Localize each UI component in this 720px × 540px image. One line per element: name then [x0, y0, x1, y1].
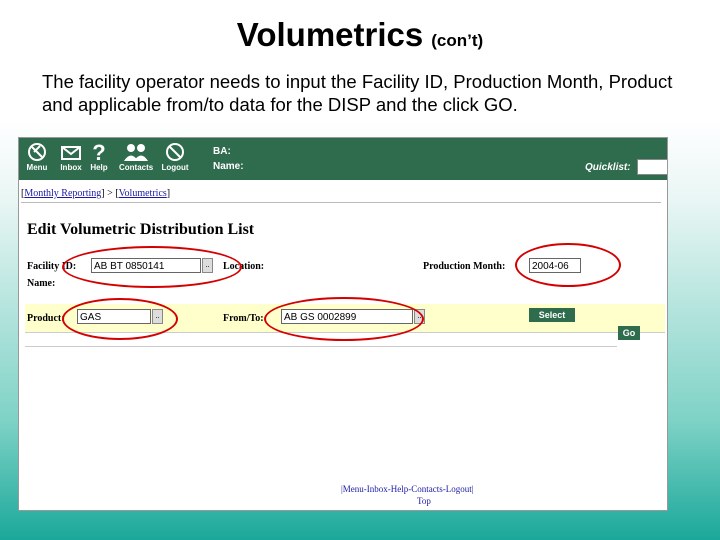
product-label: Product: — [27, 313, 65, 324]
nav-contacts-label: Contacts — [119, 163, 154, 172]
from-to-lookup-button[interactable]: .. — [414, 309, 425, 324]
form-bottom-divider — [25, 346, 617, 347]
svg-text:?: ? — [92, 142, 105, 162]
facility-name-label: Name: — [27, 278, 56, 289]
ba-name-label: Name: — [213, 161, 244, 172]
nav-inbox-button[interactable]: Inbox — [57, 142, 85, 172]
slide-title-main: Volumetrics — [236, 16, 424, 53]
production-month-label: Production Month: — [423, 261, 506, 272]
from-to-input[interactable]: AB GS 0002899 — [281, 309, 413, 324]
slide-body-text: The facility operator needs to input the… — [42, 71, 673, 115]
facility-id-input[interactable]: AB BT 0850141 — [91, 258, 201, 273]
nav-contacts-button[interactable]: Contacts — [119, 142, 153, 172]
product-select[interactable]: GAS — [77, 309, 151, 324]
location-label: Location: — [223, 261, 265, 272]
nav-logout-button[interactable]: Logout — [159, 142, 191, 172]
breadcrumb: [Monthly Reporting] > [Volumetrics] — [21, 188, 171, 199]
product-lookup-button[interactable]: .. — [152, 309, 163, 324]
slide-title-suffix: (con’t) — [431, 31, 484, 50]
footer-top-link[interactable]: Top — [417, 496, 431, 506]
nav-menu-label: Menu — [26, 163, 48, 172]
people-icon — [119, 142, 153, 162]
nav-help-label: Help — [90, 163, 108, 172]
breadcrumb-monthly-reporting[interactable]: Monthly Reporting — [24, 188, 101, 199]
app-screenshot: Menu Inbox ? Help Contacts Logout BA: Na… — [18, 137, 668, 511]
breadcrumb-divider — [21, 202, 661, 203]
filter-divider — [25, 332, 665, 333]
footer-nav-links[interactable]: |Menu-Inbox-Help-Contacts-Logout| — [341, 484, 474, 494]
envelope-icon — [57, 142, 85, 162]
breadcrumb-volumetrics[interactable]: Volumetrics — [119, 188, 167, 199]
nav-inbox-label: Inbox — [60, 163, 82, 172]
nav-menu-button[interactable]: Menu — [23, 142, 51, 172]
no-entry-icon — [159, 142, 191, 162]
go-button[interactable]: Go — [618, 326, 640, 340]
from-to-label: From/To: — [223, 313, 264, 324]
menu-icon — [23, 142, 51, 162]
breadcrumb-separator: > — [107, 188, 113, 199]
facility-id-lookup-button[interactable]: .. — [202, 258, 213, 273]
page-title: Edit Volumetric Distribution List — [27, 221, 255, 238]
production-month-input[interactable]: 2004-06 — [529, 258, 581, 273]
slide-title: Volumetrics (con’t) — [0, 16, 720, 54]
ba-label: BA: — [213, 146, 231, 157]
nav-bar: Menu Inbox ? Help Contacts Logout BA: Na… — [19, 138, 667, 180]
question-icon: ? — [85, 140, 113, 165]
select-button[interactable]: Select — [529, 308, 575, 322]
nav-help-button[interactable]: ? Help — [85, 140, 113, 172]
nav-logout-label: Logout — [161, 163, 189, 172]
quicklist-label: Quicklist: — [585, 162, 631, 173]
facility-id-label: Facility ID: — [27, 261, 77, 272]
quicklist-input[interactable] — [637, 159, 667, 175]
